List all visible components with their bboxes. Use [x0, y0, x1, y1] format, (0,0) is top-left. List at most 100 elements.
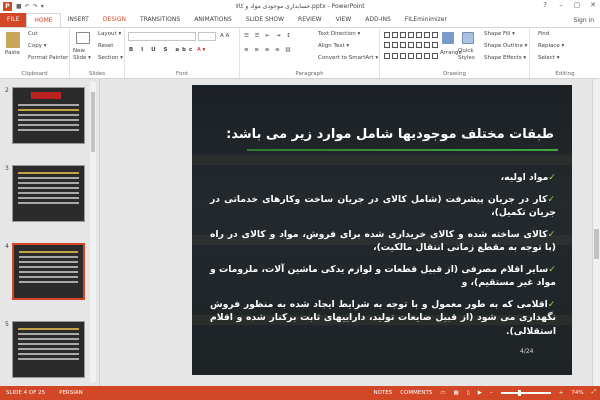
convert-smartart-button[interactable]: Convert to SmartArt ▾	[318, 55, 378, 61]
bullet-item: ✓اقلامی که به طور معمول و با توجه به شرا…	[210, 298, 556, 337]
fit-slide-icon[interactable]: ⤢	[592, 389, 596, 396]
quick-styles-icon	[462, 32, 474, 44]
tab-file[interactable]: FILE	[0, 13, 27, 27]
help-button[interactable]: ?	[540, 1, 550, 9]
slide-thumbnail-3[interactable]	[12, 165, 85, 222]
select-button[interactable]: Select ▾	[538, 55, 559, 61]
check-icon: ✓	[547, 298, 556, 310]
cut-button[interactable]: Cut	[28, 31, 37, 37]
tab-add-ins[interactable]: ADD-INS	[358, 13, 398, 27]
shape-fill-button[interactable]: Shape Fill ▾	[484, 31, 515, 37]
current-slide[interactable]: طبقات مختلف موجودیها شامل موارد زیر می ب…	[192, 85, 572, 375]
tab-slide-show[interactable]: SLIDE SHOW	[239, 13, 291, 27]
font-format-icons[interactable]: B I U S abc	[129, 47, 195, 53]
section-button[interactable]: Section ▾	[98, 55, 123, 61]
bullet-item: ✓کالای ساخته شده و کالای خریداری شده برا…	[210, 228, 556, 254]
minimize-button[interactable]: –	[556, 1, 566, 9]
zoom-in-icon[interactable]: +	[559, 390, 564, 396]
find-button[interactable]: Find	[538, 31, 549, 37]
tab-home[interactable]: HOME	[26, 13, 61, 27]
slide-bullet-list[interactable]: ✓مواد اولیه، ✓کار در جریان پیشرفت (شامل …	[210, 171, 556, 346]
thumbnail-number: 4	[5, 243, 9, 250]
new-slide-icon	[76, 32, 90, 44]
check-icon: ✓	[548, 263, 557, 275]
font-size-box[interactable]	[198, 32, 216, 41]
tab-animations[interactable]: ANIMATIONS	[187, 13, 239, 27]
quick-styles-button[interactable]: Quick Styles	[458, 48, 480, 62]
copy-button[interactable]: Copy ▾	[28, 43, 46, 49]
thumbnail-number: 5	[5, 321, 9, 328]
reading-view-icon[interactable]: ▯	[467, 390, 470, 396]
slide-scroll-thumb[interactable]	[594, 229, 599, 259]
layout-button[interactable]: Layout ▾	[98, 31, 121, 37]
clipboard-group: Paste Cut Copy ▾ Format Painter Clipboar…	[0, 28, 70, 78]
zoom-slider[interactable]	[500, 389, 551, 396]
font-name-box[interactable]	[128, 32, 196, 41]
shape-effects-button[interactable]: Shape Effects ▾	[484, 55, 526, 61]
font-group: A A B I U S abc A ▾ Font	[125, 28, 240, 78]
new-slide-button[interactable]: New Slide ▾	[73, 48, 95, 62]
shapes-gallery[interactable]	[384, 32, 438, 62]
slide-thumbnail-4[interactable]	[12, 243, 85, 300]
normal-view-icon[interactable]: ▭	[440, 390, 445, 396]
paragraph-group: ☰ ☰ ⇤ ⇥ ↕ ≡ ≡ ≡ ≡ ▥ Text Direction ▾ Ali…	[240, 28, 380, 78]
tab-view[interactable]: VIEW	[329, 13, 359, 27]
zoom-slider-knob[interactable]	[517, 389, 521, 396]
check-icon: ✓	[548, 172, 556, 183]
paste-button[interactable]: Paste	[5, 50, 20, 56]
tab-transitions[interactable]: TRANSITIONS	[133, 13, 187, 27]
arrange-icon	[442, 32, 454, 44]
window-controls: ? – ▢ ✕	[540, 1, 598, 9]
format-painter-button[interactable]: Format Painter	[28, 55, 68, 61]
tab-fileminimizer[interactable]: FILEminimizer	[398, 13, 454, 27]
grow-font-icon[interactable]: A A	[220, 33, 229, 39]
zoom-level[interactable]: 74%	[571, 390, 583, 396]
tab-design[interactable]: DESIGN	[96, 13, 133, 27]
thumbnail-title-badge	[31, 92, 61, 99]
slide-editing-area: طبقات مختلف موجودیها شامل موارد زیر می ب…	[100, 79, 600, 386]
slide-title[interactable]: طبقات مختلف موجودیها شامل موارد زیر می ب…	[202, 127, 554, 142]
check-icon: ✓	[547, 193, 557, 205]
list-icons[interactable]: ☰ ☰ ⇤ ⇥ ↕	[244, 33, 293, 39]
window-title: حسابداری موجودی مواد و کالا.pptx - Power…	[235, 3, 365, 10]
bullet-item: ✓مواد اولیه،	[500, 172, 556, 183]
restore-button[interactable]: ▢	[572, 1, 582, 9]
text-direction-button[interactable]: Text Direction ▾	[318, 31, 360, 37]
align-text-button[interactable]: Align Text ▾	[318, 43, 349, 49]
reset-button[interactable]: Reset	[98, 43, 113, 49]
sign-in-link[interactable]: Sign in	[574, 17, 594, 24]
bullet-item: ✓کار در جریان پیشرفت (شامل کالای در جریا…	[210, 193, 557, 219]
slide-sorter-icon[interactable]: ▦	[454, 390, 459, 396]
tab-insert[interactable]: INSERT	[61, 13, 96, 27]
slide-thumbnail-2[interactable]	[12, 87, 85, 144]
slides-group: New Slide ▾ Layout ▾ Reset Section ▾ Sli…	[70, 28, 125, 78]
slideshow-icon[interactable]: ▶	[478, 390, 482, 396]
slide-page-number: 4/24	[520, 348, 534, 355]
replace-button[interactable]: Replace ▾	[538, 43, 564, 49]
editing-label: Editing	[555, 71, 575, 77]
slide-thumbnails-panel: 2 3 4 5	[0, 79, 100, 386]
slide-count-status: SLIDE 4 OF 25	[6, 390, 46, 396]
tab-review[interactable]: REVIEW	[291, 13, 329, 27]
close-button[interactable]: ✕	[588, 1, 598, 9]
slide-thumbnail-5[interactable]	[12, 321, 85, 378]
font-label: Font	[176, 71, 188, 77]
zoom-out-icon[interactable]: –	[490, 390, 493, 396]
thumbnail-number: 2	[5, 87, 9, 94]
slide-scrollbar[interactable]	[592, 79, 600, 386]
comments-button[interactable]: COMMENTS	[400, 390, 432, 396]
notes-button[interactable]: NOTES	[373, 390, 392, 396]
align-icons[interactable]: ≡ ≡ ≡ ≡ ▥	[244, 47, 293, 53]
bullet-item: ✓سایر اقلام مصرفی (از قبیل قطعات و لوازم…	[210, 263, 557, 289]
drawing-label: Drawing	[443, 71, 466, 77]
editing-group: Find Replace ▾ Select ▾ Editing	[530, 28, 600, 78]
check-icon: ✓	[547, 228, 556, 240]
status-bar: SLIDE 4 OF 25 PERSIAN NOTES COMMENTS ▭ ▦…	[0, 386, 600, 400]
language-status[interactable]: PERSIAN	[59, 390, 83, 396]
thumbnails-scroll-thumb[interactable]	[91, 92, 95, 152]
shape-outline-button[interactable]: Shape Outline ▾	[484, 43, 527, 49]
font-color-icon[interactable]: A ▾	[197, 47, 205, 53]
title-bar: P ■ ↶ ↷ ▾ حسابداری موجودی مواد و کالا.pp…	[0, 0, 600, 13]
ribbon-home: Paste Cut Copy ▾ Format Painter Clipboar…	[0, 27, 600, 79]
thumbnails-scrollbar[interactable]	[90, 82, 96, 382]
